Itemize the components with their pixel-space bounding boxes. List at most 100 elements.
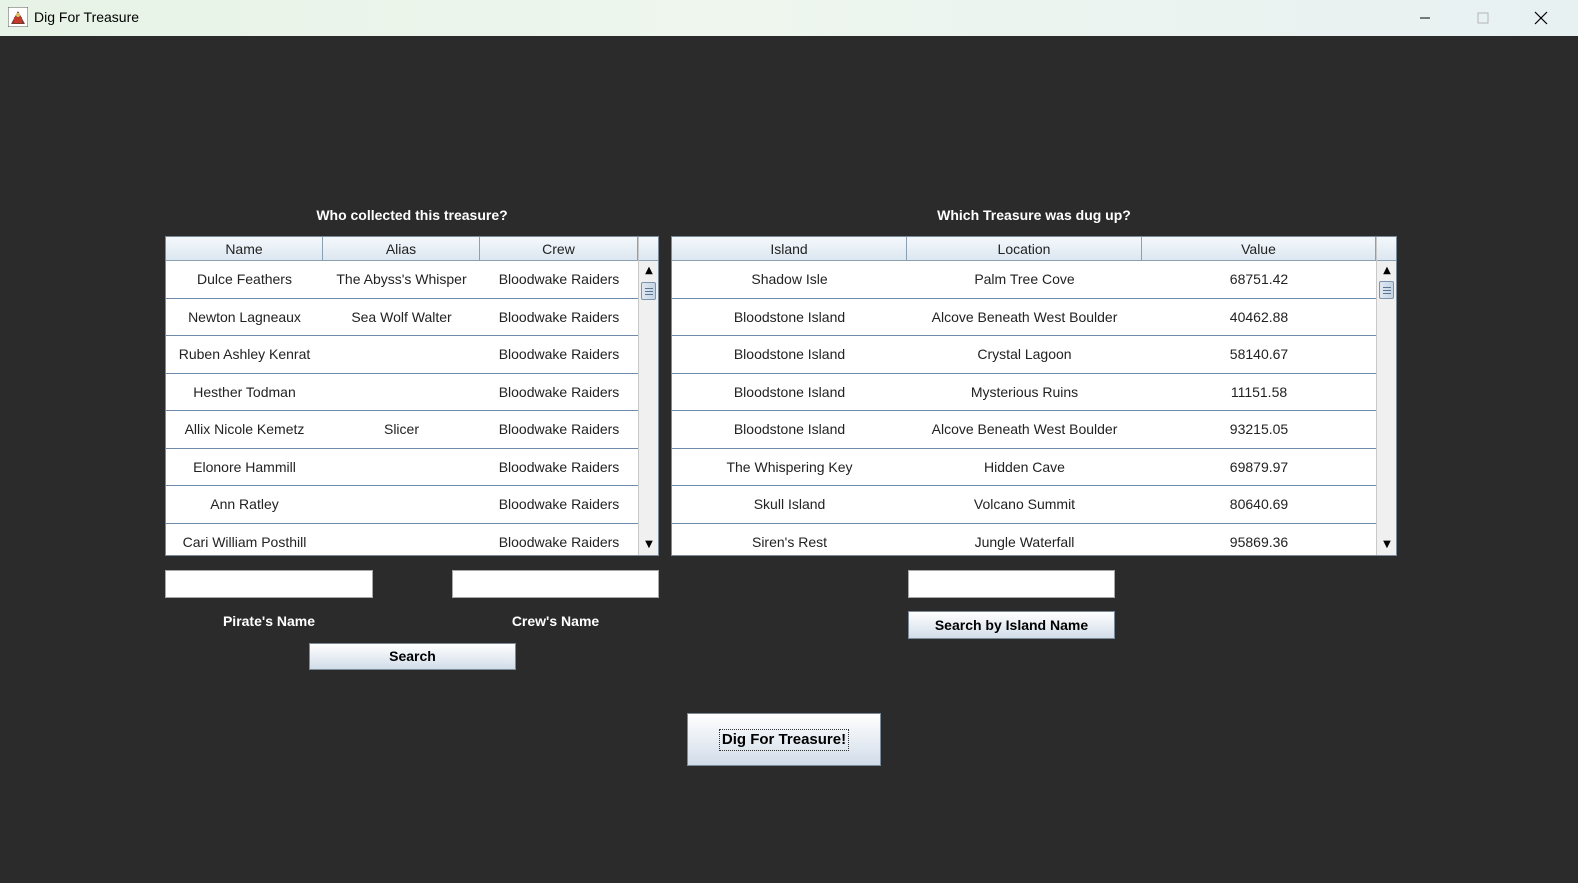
cell-location: Mysterious Ruins: [970, 383, 1079, 400]
cell-location: Palm Tree Cove: [974, 271, 1075, 287]
table-row[interactable]: Bloodstone Island Mysterious Ruins 11151…: [672, 374, 1376, 411]
treasure-table-header: Island Location Value: [672, 237, 1376, 261]
table-row[interactable]: Hesther Todman Bloodwake Raiders: [166, 374, 638, 411]
treasure-table: Island Location Value Shadow Isle Palm T…: [671, 236, 1397, 556]
title-bar: Dig For Treasure: [0, 0, 1578, 36]
cell-value: 11151.58: [1230, 383, 1288, 400]
scroll-up-button[interactable]: ▲: [639, 263, 658, 279]
maximize-button[interactable]: [1460, 0, 1506, 36]
cell-alias: Sea Wolf Walter: [351, 308, 452, 325]
cell-crew: Bloodwake Raiders: [498, 421, 620, 437]
table-row[interactable]: Bloodstone Island Alcove Beneath West Bo…: [672, 411, 1376, 449]
search-button-label: Search: [389, 648, 436, 664]
cell-crew: Bloodwake Raiders: [498, 496, 620, 512]
pirates-panel-title: Who collected this treasure?: [316, 207, 508, 223]
table-row[interactable]: Siren's Rest Jungle Waterfall 95869.36: [672, 524, 1376, 556]
close-icon: [1534, 11, 1548, 25]
cell-island: The Whispering Key: [726, 458, 853, 475]
cell-crew: Bloodwake Raiders: [498, 458, 620, 475]
cell-value: 68751.42: [1229, 271, 1289, 287]
dig-for-treasure-button-label: Dig For Treasure!: [718, 729, 850, 751]
cell-island: Bloodstone Island: [733, 421, 846, 437]
table-row[interactable]: Newton Lagneaux Sea Wolf Walter Bloodwak…: [166, 299, 638, 336]
pirate-name-input[interactable]: [165, 570, 373, 598]
table-row[interactable]: Bloodstone Island Alcove Beneath West Bo…: [672, 299, 1376, 336]
table-row[interactable]: Ruben Ashley Kenrat Bloodwake Raiders: [166, 336, 638, 374]
column-header-location[interactable]: Location: [907, 237, 1142, 261]
cell-name: Cari William Posthill: [182, 533, 307, 550]
table-row[interactable]: Allix Nicole Kemetz Slicer Bloodwake Rai…: [166, 411, 638, 449]
arrow-up-icon: ▲: [645, 265, 653, 276]
dig-for-treasure-button[interactable]: Dig For Treasure!: [687, 713, 881, 766]
table-row[interactable]: Shadow Isle Palm Tree Cove 68751.42: [672, 261, 1376, 299]
cell-name: Dulce Feathers: [197, 271, 292, 287]
cell-name: Newton Lagneaux: [188, 308, 301, 325]
column-header-name[interactable]: Name: [166, 237, 323, 261]
cell-crew: Bloodwake Raiders: [498, 271, 620, 287]
cell-island: Bloodstone Island: [733, 383, 846, 400]
table-row[interactable]: Ann Ratley Bloodwake Raiders: [166, 486, 638, 524]
cell-alias: [323, 524, 480, 556]
cell-crew: Bloodwake Raiders: [498, 308, 620, 325]
scroll-down-button[interactable]: ▼: [639, 537, 658, 553]
cell-island: Shadow Isle: [751, 271, 828, 287]
column-header-alias[interactable]: Alias: [323, 237, 480, 261]
treasure-panel-title: Which Treasure was dug up?: [937, 207, 1131, 223]
scroll-thumb[interactable]: [1379, 281, 1394, 299]
cell-island: Bloodstone Island: [733, 308, 846, 325]
scroll-thumb[interactable]: [641, 282, 656, 300]
cell-name: Allix Nicole Kemetz: [184, 421, 305, 437]
treasure-app-icon: [8, 7, 28, 27]
pirates-table-header: Name Alias Crew: [166, 237, 638, 261]
cell-name: Ann Ratley: [210, 496, 279, 512]
scroll-up-button[interactable]: ▲: [1377, 263, 1396, 279]
minimize-button[interactable]: [1402, 0, 1448, 36]
cell-value: 58140.67: [1229, 346, 1289, 362]
cell-name: Elonore Hammill: [193, 458, 296, 475]
treasure-scrollbar[interactable]: ▲ ▼: [1376, 237, 1396, 555]
maximize-icon: [1477, 12, 1489, 24]
island-name-input[interactable]: [908, 570, 1115, 598]
cell-location: Volcano Summit: [973, 496, 1076, 512]
column-header-crew[interactable]: Crew: [480, 237, 638, 261]
cell-value: 80640.69: [1229, 496, 1289, 512]
cell-island: Skull Island: [753, 496, 826, 512]
pirates-scrollbar[interactable]: ▲ ▼: [638, 237, 658, 555]
cell-island: Siren's Rest: [751, 533, 828, 550]
scrollbar-corner: [639, 237, 658, 261]
search-button[interactable]: Search: [309, 643, 516, 670]
cell-alias: Slicer: [383, 421, 419, 437]
cell-location: Alcove Beneath West Boulder: [931, 421, 1118, 437]
column-header-island[interactable]: Island: [672, 237, 907, 261]
table-row[interactable]: Skull Island Volcano Summit 80640.69: [672, 486, 1376, 524]
close-button[interactable]: [1518, 0, 1564, 36]
column-header-value[interactable]: Value: [1142, 237, 1376, 261]
cell-island: Bloodstone Island: [733, 346, 846, 362]
cell-name: Hesther Todman: [193, 383, 296, 400]
pirates-table-body: Dulce Feathers The Abyss's Whisper Blood…: [166, 261, 638, 556]
table-row[interactable]: The Whispering Key Hidden Cave 69879.97: [672, 449, 1376, 486]
table-row[interactable]: Bloodstone Island Crystal Lagoon 58140.6…: [672, 336, 1376, 374]
table-row[interactable]: Dulce Feathers The Abyss's Whisper Blood…: [166, 261, 638, 299]
search-by-island-button-label: Search by Island Name: [934, 617, 1089, 633]
window-title: Dig For Treasure: [34, 9, 140, 25]
table-row[interactable]: Cari William Posthill Bloodwake Raiders: [166, 524, 638, 556]
arrow-down-icon: ▼: [1383, 539, 1391, 550]
pirates-table: Name Alias Crew Dulce Feathers The Abyss…: [165, 236, 659, 556]
cell-location: Jungle Waterfall: [974, 533, 1075, 550]
cell-value: 95869.36: [1229, 533, 1289, 550]
cell-crew: Bloodwake Raiders: [498, 346, 620, 362]
table-row[interactable]: Elonore Hammill Bloodwake Raiders: [166, 449, 638, 486]
treasure-table-body: Shadow Isle Palm Tree Cove 68751.42 Bloo…: [672, 261, 1376, 556]
scroll-down-button[interactable]: ▼: [1377, 537, 1396, 553]
scrollbar-corner: [1377, 237, 1396, 261]
crew-name-input[interactable]: [452, 570, 659, 598]
cell-alias: [323, 486, 480, 523]
cell-alias: The Abyss's Whisper: [336, 271, 467, 287]
cell-location: Alcove Beneath West Boulder: [931, 308, 1118, 325]
crew-name-label: Crew's Name: [511, 613, 600, 629]
cell-alias: [323, 374, 480, 411]
arrow-up-icon: ▲: [1383, 265, 1391, 276]
search-by-island-button[interactable]: Search by Island Name: [908, 611, 1115, 639]
cell-location: Hidden Cave: [984, 458, 1065, 475]
